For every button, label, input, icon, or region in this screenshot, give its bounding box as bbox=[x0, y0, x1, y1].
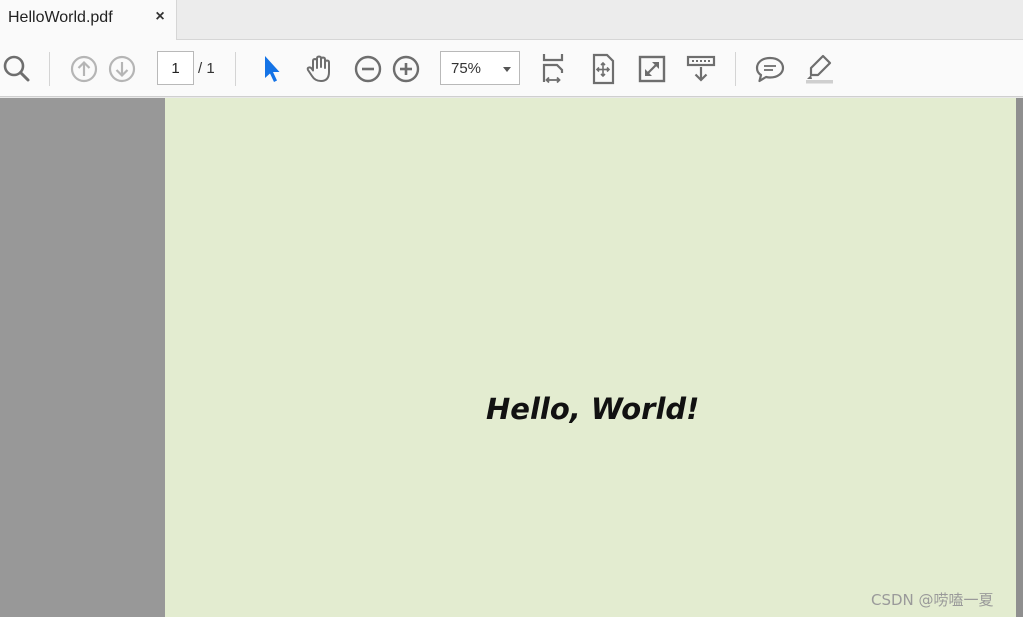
page-number-input[interactable] bbox=[157, 51, 194, 85]
document-tab[interactable]: HelloWorld.pdf × bbox=[0, 0, 177, 40]
highlight-pen-icon[interactable] bbox=[802, 52, 836, 86]
cursor-arrow-icon[interactable] bbox=[254, 52, 288, 86]
close-icon[interactable]: × bbox=[153, 8, 167, 26]
arrow-up-circle-icon[interactable] bbox=[67, 52, 101, 86]
full-screen-icon[interactable] bbox=[635, 52, 669, 86]
page-total: / 1 bbox=[198, 60, 215, 77]
zoom-select[interactable]: 75% bbox=[440, 51, 520, 85]
fit-page-icon[interactable] bbox=[586, 52, 620, 86]
scroll-down-icon[interactable] bbox=[684, 52, 718, 86]
comment-icon[interactable] bbox=[753, 52, 787, 86]
fit-width-icon[interactable] bbox=[536, 52, 570, 86]
tab-bar: HelloWorld.pdf × bbox=[0, 0, 1023, 40]
toolbar-separator bbox=[735, 52, 736, 86]
scrollbar[interactable] bbox=[1016, 98, 1023, 617]
hand-icon[interactable] bbox=[302, 52, 336, 86]
chevron-down-icon bbox=[503, 67, 511, 72]
document-viewport[interactable]: Hello, World! CSDN @唠嗑一夏 bbox=[0, 98, 1023, 617]
search-icon[interactable] bbox=[0, 52, 34, 86]
pdf-page[interactable]: Hello, World! bbox=[165, 98, 1016, 617]
arrow-down-circle-icon[interactable] bbox=[105, 52, 139, 86]
toolbar: / 1 75% bbox=[0, 40, 1023, 97]
toolbar-separator bbox=[49, 52, 50, 86]
tab-title: HelloWorld.pdf bbox=[8, 9, 113, 26]
page-text: Hello, World! bbox=[486, 392, 700, 426]
plus-circle-icon[interactable] bbox=[389, 52, 423, 86]
toolbar-separator bbox=[235, 52, 236, 86]
zoom-value: 75% bbox=[451, 60, 482, 77]
minus-circle-icon[interactable] bbox=[351, 52, 385, 86]
watermark: CSDN @唠嗑一夏 bbox=[871, 591, 994, 609]
